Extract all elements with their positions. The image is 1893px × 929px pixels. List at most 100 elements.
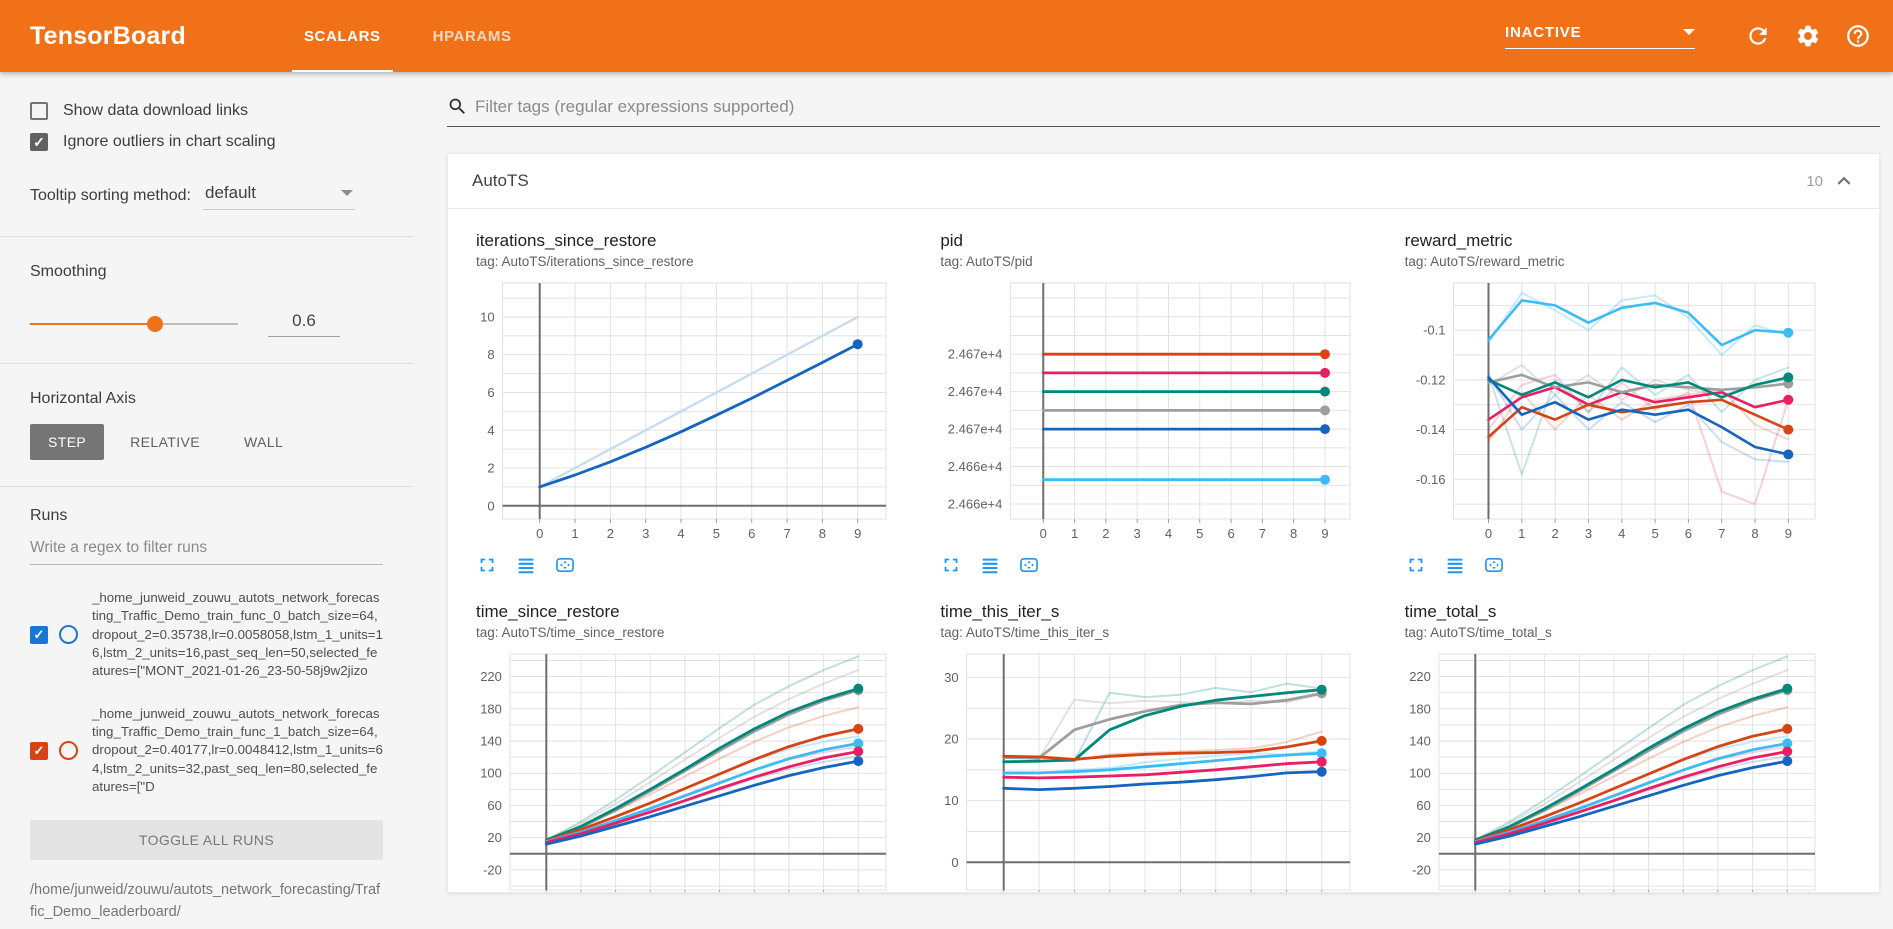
fit-domain-button[interactable] <box>554 554 576 576</box>
svg-text:0: 0 <box>1485 526 1492 541</box>
svg-text:6: 6 <box>1228 526 1235 541</box>
svg-text:60: 60 <box>1416 798 1430 813</box>
slider-thumb[interactable] <box>147 316 163 332</box>
runs-selector-button[interactable] <box>515 554 537 576</box>
chart-toolbar <box>940 554 1394 576</box>
autots-section-header[interactable]: AutoTS 10 <box>448 154 1879 209</box>
svg-text:-20: -20 <box>483 862 502 877</box>
help-button[interactable] <box>1845 23 1871 49</box>
svg-text:9: 9 <box>1784 526 1791 541</box>
svg-text:7: 7 <box>1259 526 1266 541</box>
fit-domain-button[interactable] <box>1483 554 1505 576</box>
svg-text:3: 3 <box>642 526 649 541</box>
svg-text:7: 7 <box>783 526 790 541</box>
svg-text:2.466e+4: 2.466e+4 <box>948 459 1003 474</box>
svg-text:60: 60 <box>487 798 501 813</box>
chevron-down-icon <box>1683 29 1695 35</box>
chart-plot[interactable]: 2201801401006020-200123456789 <box>1405 648 1825 893</box>
app-header: TensorBoard SCALARS HPARAMS INACTIVE <box>0 0 1893 72</box>
chart-title: pid <box>940 231 1394 251</box>
fullscreen-icon <box>476 554 498 576</box>
slider-fill <box>30 323 155 325</box>
svg-text:9: 9 <box>854 526 861 541</box>
fullscreen-icon <box>1405 554 1427 576</box>
chart-plot[interactable]: 30201000123456789 <box>940 648 1360 893</box>
chart-plot[interactable]: 2.467e+42.467e+42.467e+42.466e+42.466e+4… <box>940 277 1360 545</box>
chart-plot[interactable]: -0.1-0.12-0.14-0.160123456789 <box>1405 277 1825 545</box>
svg-text:140: 140 <box>480 733 502 748</box>
tab-scalars[interactable]: SCALARS <box>278 0 407 72</box>
chart-card: time_total_s tag: AutoTS/time_total_s 22… <box>1405 602 1859 893</box>
svg-text:-0.12: -0.12 <box>1416 372 1446 387</box>
status-dropdown[interactable]: INACTIVE <box>1505 24 1695 49</box>
chart-toolbar <box>1405 554 1859 576</box>
svg-text:6: 6 <box>487 385 494 400</box>
main-area: AutoTS 10 iterations_since_restore tag: … <box>413 72 1893 929</box>
smoothing-label: Smoothing <box>30 263 383 281</box>
runs-selector-icon <box>979 554 1001 576</box>
runs-label: Runs <box>30 507 383 525</box>
ignore-outliers-row[interactable]: ✓ Ignore outliers in chart scaling <box>30 133 383 151</box>
svg-text:6: 6 <box>748 526 755 541</box>
runs-selector-button[interactable] <box>1444 554 1466 576</box>
svg-text:4: 4 <box>1165 526 1172 541</box>
run-radio[interactable] <box>59 625 78 644</box>
runs-list: ✓ _home_junweid_zouwu_autots_network_for… <box>30 589 383 796</box>
status-label: INACTIVE <box>1505 24 1581 41</box>
svg-text:20: 20 <box>944 732 958 747</box>
filter-tags-input[interactable] <box>475 97 1880 117</box>
chevron-up-icon[interactable] <box>1831 168 1857 194</box>
fullscreen-icon <box>940 554 962 576</box>
run-item: ✓ _home_junweid_zouwu_autots_network_for… <box>30 705 383 797</box>
chart-title: time_since_restore <box>476 602 930 622</box>
chart-plot[interactable]: 02468100123456789 <box>476 277 896 545</box>
runs-selector-button[interactable] <box>979 554 1001 576</box>
ignore-outliers-checkbox[interactable]: ✓ <box>30 133 48 151</box>
svg-text:5: 5 <box>1196 526 1203 541</box>
svg-text:2.467e+4: 2.467e+4 <box>948 347 1003 362</box>
settings-button[interactable] <box>1795 23 1821 49</box>
runs-filter-input[interactable] <box>30 529 383 565</box>
smoothing-slider[interactable] <box>30 316 238 332</box>
chart-card: time_since_restore tag: AutoTS/time_sinc… <box>476 602 930 893</box>
run-radio[interactable] <box>59 741 78 760</box>
toggle-all-runs-button[interactable]: TOGGLE ALL RUNS <box>30 820 383 860</box>
chart-plot[interactable]: 2201801401006020-200123456789 <box>476 648 896 893</box>
run-checkbox[interactable]: ✓ <box>30 626 48 644</box>
fit-domain-button[interactable] <box>1018 554 1040 576</box>
expand-chart-button[interactable] <box>1405 554 1427 576</box>
svg-text:2: 2 <box>1103 526 1110 541</box>
svg-text:-0.14: -0.14 <box>1416 422 1446 437</box>
axis-relative-button[interactable]: RELATIVE <box>112 424 218 460</box>
svg-text:20: 20 <box>1416 830 1430 845</box>
svg-text:7: 7 <box>1718 526 1725 541</box>
svg-text:10: 10 <box>480 309 494 324</box>
axis-step-button[interactable]: STEP <box>30 424 104 460</box>
svg-text:3: 3 <box>1134 526 1141 541</box>
checkbox-label: Ignore outliers in chart scaling <box>63 133 276 151</box>
svg-text:-0.16: -0.16 <box>1416 472 1446 487</box>
tooltip-sorting-select[interactable]: default <box>203 183 355 210</box>
refresh-button[interactable] <box>1745 23 1771 49</box>
svg-text:5: 5 <box>1651 526 1658 541</box>
svg-text:6: 6 <box>1684 526 1691 541</box>
tab-hparams[interactable]: HPARAMS <box>407 0 538 72</box>
axis-wall-button[interactable]: WALL <box>226 424 301 460</box>
show-download-links-checkbox[interactable] <box>30 102 48 120</box>
svg-text:4: 4 <box>1618 526 1625 541</box>
svg-text:8: 8 <box>487 347 494 362</box>
horizontal-axis-buttons: STEPRELATIVEWALL <box>30 424 383 460</box>
svg-text:100: 100 <box>1409 766 1431 781</box>
svg-text:220: 220 <box>1409 669 1431 684</box>
svg-text:-0.1: -0.1 <box>1423 323 1445 338</box>
runs-selector-icon <box>1444 554 1466 576</box>
svg-text:0: 0 <box>487 498 494 513</box>
expand-chart-button[interactable] <box>940 554 962 576</box>
run-checkbox[interactable]: ✓ <box>30 742 48 760</box>
tab-bar: SCALARS HPARAMS <box>278 0 538 72</box>
expand-chart-button[interactable] <box>476 554 498 576</box>
show-download-links-row[interactable]: Show data download links <box>30 102 383 120</box>
chart-tag: tag: AutoTS/time_total_s <box>1405 625 1859 640</box>
svg-text:9: 9 <box>1322 526 1329 541</box>
smoothing-value[interactable]: 0.6 <box>268 311 340 337</box>
